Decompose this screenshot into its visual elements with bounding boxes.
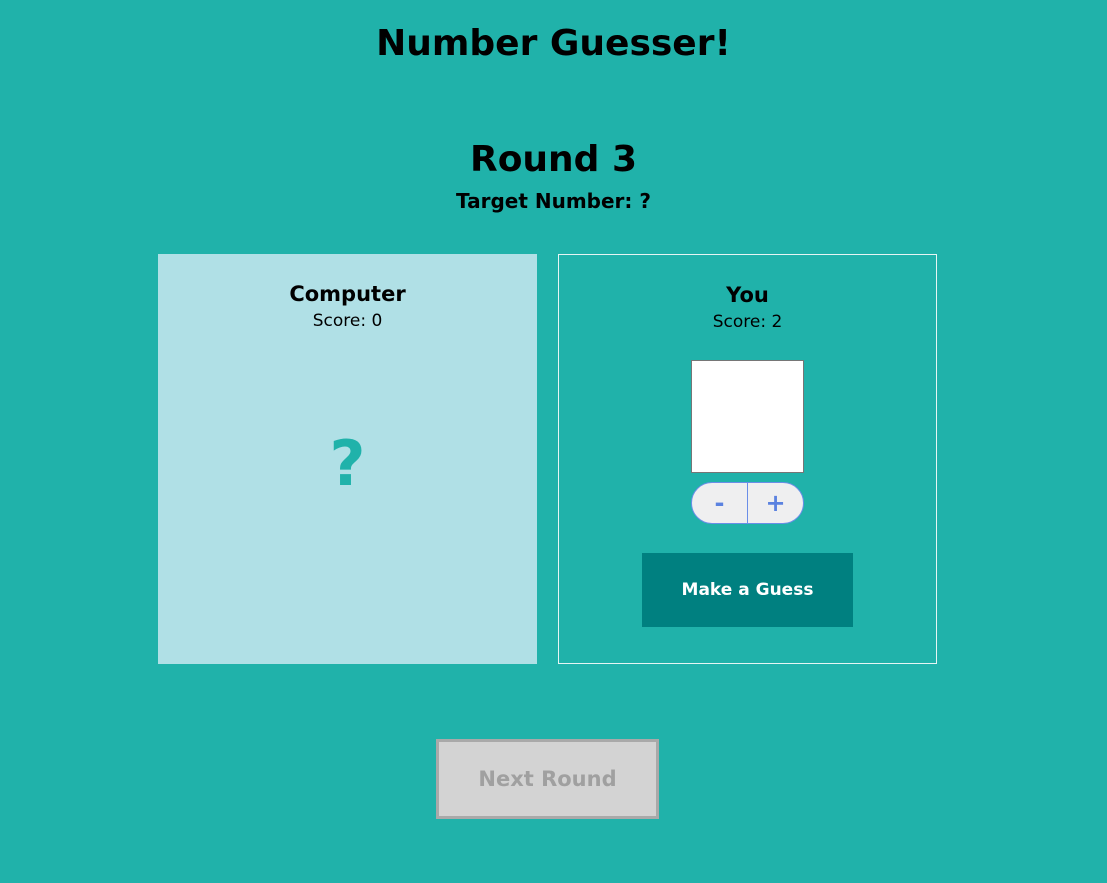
make-guess-button[interactable]: Make a Guess (642, 553, 853, 627)
increment-button[interactable]: + (748, 483, 803, 523)
guess-stepper: - + (691, 482, 804, 524)
player-score: Score: 2 (712, 312, 783, 332)
computer-guess-display: ? (329, 427, 366, 500)
player-panel: You Score: 2 - + Make a Guess (558, 254, 937, 664)
player-name: You (726, 283, 769, 307)
decrement-button[interactable]: - (692, 483, 747, 523)
guess-input[interactable] (691, 360, 804, 473)
app-title: Number Guesser! (376, 23, 731, 64)
target-number-label: Target Number: ? (456, 189, 651, 213)
computer-name: Computer (289, 282, 406, 306)
next-round-button[interactable]: Next Round (436, 739, 659, 819)
computer-score: Score: 0 (312, 311, 383, 331)
computer-panel: Computer Score: 0 ? (158, 254, 537, 664)
round-title: Round 3 (469, 139, 638, 180)
